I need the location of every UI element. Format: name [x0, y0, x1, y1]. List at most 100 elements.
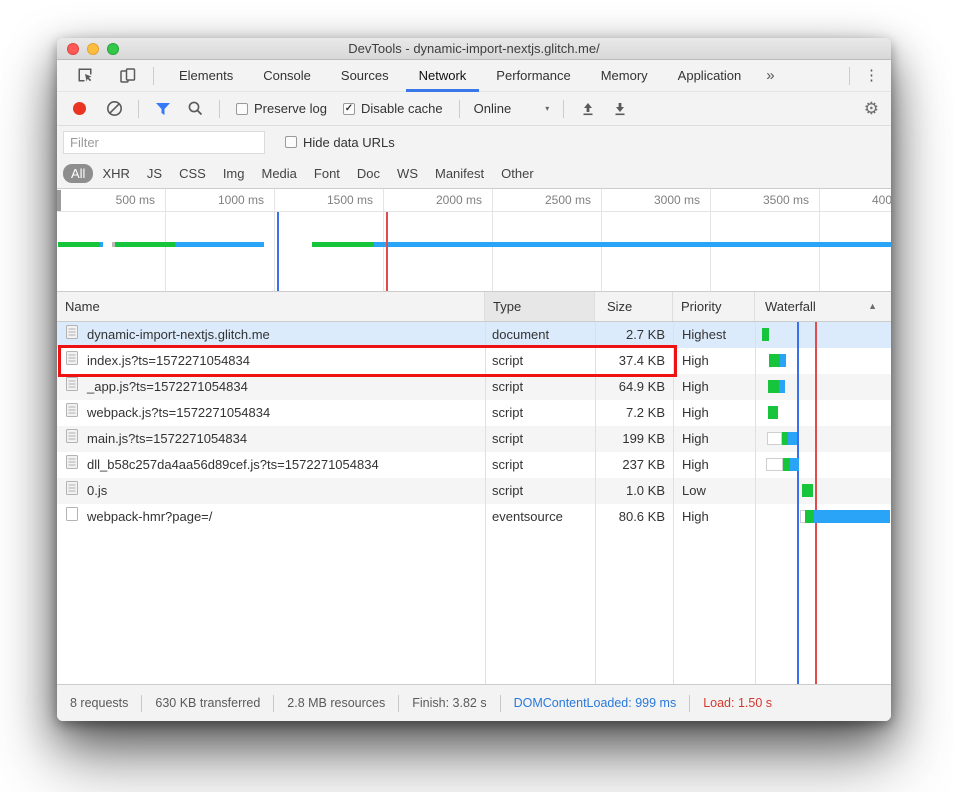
- overview-tick-label: 3000 ms: [600, 189, 705, 212]
- tab-elements[interactable]: Elements: [164, 60, 248, 92]
- close-window-button[interactable]: [67, 43, 79, 55]
- network-overview[interactable]: 500 ms1000 ms1500 ms2000 ms2500 ms3000 m…: [57, 188, 891, 292]
- request-name-cell[interactable]: _app.js?ts=1572271054834: [57, 374, 485, 400]
- type-filter-font[interactable]: Font: [306, 164, 348, 183]
- table-row[interactable]: main.js?ts=1572271054834script199 KBHigh: [57, 426, 891, 452]
- table-row[interactable]: 0.jsscript1.0 KBLow: [57, 478, 891, 504]
- filter-input[interactable]: [63, 131, 265, 154]
- tab-strip: ElementsConsoleSourcesNetworkPerformance…: [164, 60, 756, 92]
- request-name-cell[interactable]: webpack-hmr?page=/: [57, 504, 485, 530]
- column-header-type[interactable]: Type: [485, 292, 595, 321]
- waterfall-green-bar: [762, 328, 769, 341]
- disable-cache-label: Disable cache: [361, 101, 443, 116]
- type-filter-img[interactable]: Img: [215, 164, 253, 183]
- request-name-cell[interactable]: 0.js: [57, 478, 485, 504]
- status-item: 630 KB transferred: [155, 696, 260, 710]
- tab-console[interactable]: Console: [248, 60, 326, 92]
- request-waterfall-cell[interactable]: [755, 374, 891, 400]
- divider: [849, 67, 850, 85]
- waterfall-wait-bar: [767, 432, 782, 445]
- type-filter-js[interactable]: JS: [139, 164, 170, 183]
- type-filter-media[interactable]: Media: [253, 164, 304, 183]
- filter-icon[interactable]: [151, 97, 175, 121]
- zoom-window-button[interactable]: [107, 43, 119, 55]
- import-har-icon[interactable]: [576, 97, 600, 121]
- minimize-window-button[interactable]: [87, 43, 99, 55]
- tab-application[interactable]: Application: [663, 60, 757, 92]
- divider: [273, 695, 274, 712]
- table-row[interactable]: webpack.js?ts=1572271054834script7.2 KBH…: [57, 400, 891, 426]
- panel-tab-bar: ElementsConsoleSourcesNetworkPerformance…: [57, 60, 891, 92]
- clear-network-log-icon[interactable]: [102, 97, 126, 121]
- overview-tick-labels: 500 ms1000 ms1500 ms2000 ms2500 ms3000 m…: [57, 189, 891, 212]
- divider: [138, 100, 139, 118]
- request-name-cell[interactable]: dll_b58c257da4aa56d89cef.js?ts=157227105…: [57, 452, 485, 478]
- column-header-waterfall[interactable]: Waterfall ▲: [755, 292, 891, 321]
- devtools-menu-button[interactable]: ⋮: [837, 66, 891, 85]
- highlight-annotation-box: [58, 345, 677, 377]
- request-waterfall-cell[interactable]: [755, 400, 891, 426]
- type-filter-ws[interactable]: WS: [389, 164, 426, 183]
- request-name-cell[interactable]: webpack.js?ts=1572271054834: [57, 400, 485, 426]
- table-row[interactable]: webpack-hmr?page=/eventsource80.6 KBHigh: [57, 504, 891, 530]
- status-bar: 8 requests630 KB transferred2.8 MB resou…: [57, 684, 891, 721]
- request-name: webpack-hmr?page=/: [87, 504, 212, 530]
- tab-network[interactable]: Network: [404, 60, 482, 92]
- type-filter-doc[interactable]: Doc: [349, 164, 388, 183]
- request-priority-cell: High: [673, 426, 755, 452]
- request-waterfall-cell[interactable]: [755, 478, 891, 504]
- request-waterfall-cell[interactable]: [755, 426, 891, 452]
- preserve-log-checkbox[interactable]: Preserve log: [236, 101, 327, 116]
- divider: [459, 100, 460, 118]
- network-settings-gear-icon[interactable]: ⚙: [864, 99, 879, 119]
- waterfall-green-bar: [769, 354, 780, 367]
- inspect-element-icon[interactable]: [73, 64, 97, 88]
- request-waterfall-cell[interactable]: [755, 322, 891, 348]
- tab-performance[interactable]: Performance: [481, 60, 585, 92]
- throttling-dropdown[interactable]: Online ▾: [474, 101, 550, 116]
- overview-gridline: [710, 212, 711, 291]
- request-name-cell[interactable]: main.js?ts=1572271054834: [57, 426, 485, 452]
- load-event-line: [386, 212, 388, 291]
- request-table-body: dynamic-import-nextjs.glitch.medocument2…: [57, 322, 891, 684]
- tab-memory[interactable]: Memory: [586, 60, 663, 92]
- device-toolbar-icon[interactable]: [115, 64, 139, 88]
- request-name: 0.js: [87, 478, 107, 504]
- record-network-log-button[interactable]: [73, 102, 86, 115]
- overview-gridline: [274, 212, 275, 291]
- column-header-size[interactable]: Size: [595, 292, 673, 321]
- request-waterfall-cell[interactable]: [755, 504, 891, 530]
- more-tabs-button[interactable]: »: [756, 67, 784, 84]
- throttling-value: Online: [474, 101, 512, 116]
- divider: [500, 695, 501, 712]
- request-size-cell: 1.0 KB: [595, 478, 673, 504]
- type-filter-all[interactable]: All: [63, 164, 93, 183]
- preserve-log-checkbox-box[interactable]: [236, 103, 248, 115]
- request-size-cell: 237 KB: [595, 452, 673, 478]
- request-waterfall-cell[interactable]: [755, 348, 891, 374]
- request-waterfall-cell[interactable]: [755, 452, 891, 478]
- type-filter-other[interactable]: Other: [493, 164, 542, 183]
- preserve-log-label: Preserve log: [254, 101, 327, 116]
- type-filter-xhr[interactable]: XHR: [94, 164, 137, 183]
- status-item[interactable]: DOMContentLoaded: 999 ms: [514, 696, 677, 710]
- column-header-priority[interactable]: Priority: [673, 292, 755, 321]
- hide-data-urls-checkbox[interactable]: Hide data URLs: [285, 135, 395, 150]
- disable-cache-checkbox-box[interactable]: ✓: [343, 103, 355, 115]
- table-row[interactable]: dll_b58c257da4aa56d89cef.js?ts=157227105…: [57, 452, 891, 478]
- table-row[interactable]: _app.js?ts=1572271054834script64.9 KBHig…: [57, 374, 891, 400]
- hide-data-urls-label: Hide data URLs: [303, 135, 395, 150]
- search-icon[interactable]: [183, 97, 207, 121]
- export-har-icon[interactable]: [608, 97, 632, 121]
- hide-data-urls-checkbox-box[interactable]: [285, 136, 297, 148]
- column-header-name[interactable]: Name: [57, 292, 485, 321]
- type-filter-manifest[interactable]: Manifest: [427, 164, 492, 183]
- disable-cache-checkbox[interactable]: ✓ Disable cache: [343, 101, 443, 116]
- tab-sources[interactable]: Sources: [326, 60, 404, 92]
- status-item[interactable]: Load: 1.50 s: [703, 696, 772, 710]
- type-filter-css[interactable]: CSS: [171, 164, 214, 183]
- request-priority-cell: High: [673, 452, 755, 478]
- divider: [153, 67, 154, 85]
- status-item: 2.8 MB resources: [287, 696, 385, 710]
- request-name: _app.js?ts=1572271054834: [87, 374, 248, 400]
